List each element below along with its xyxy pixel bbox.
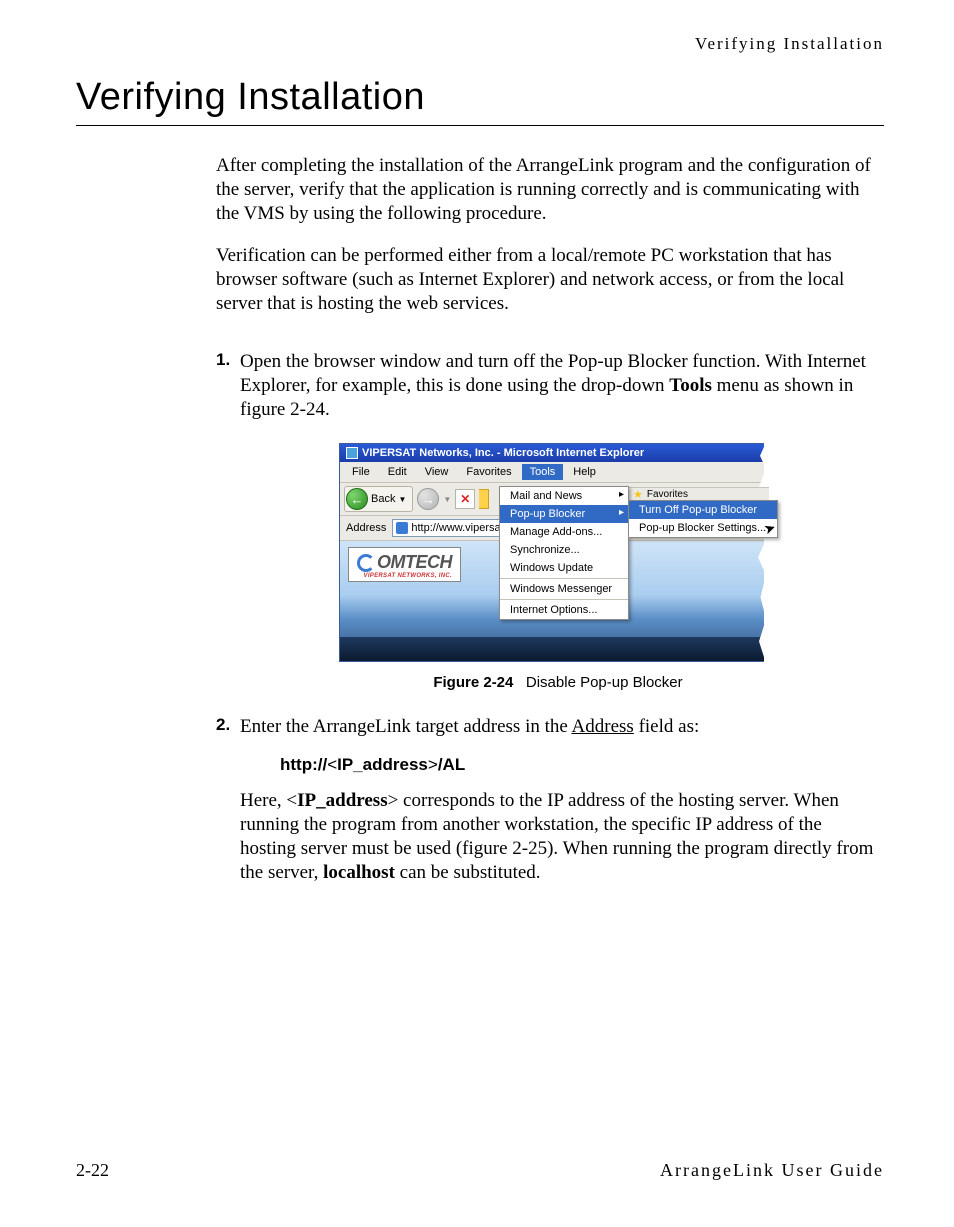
menu-tools[interactable]: Tools: [522, 464, 564, 480]
menu-item-synchronize[interactable]: Synchronize...: [500, 541, 628, 559]
figure-caption: Figure 2-24 Disable Pop-up Blocker: [240, 674, 876, 691]
step2-p2-ip: IP_address: [297, 790, 387, 811]
page-footer: 2-22 ArrangeLink User Guide: [76, 1160, 884, 1181]
figure-2-24: VIPERSAT Networks, Inc. - Microsoft Inte…: [240, 443, 876, 691]
url-suffix: /AL: [438, 755, 465, 774]
ie-window-title: VIPERSAT Networks, Inc. - Microsoft Inte…: [362, 447, 644, 459]
intro-paragraph-2: Verification can be performed either fro…: [216, 244, 876, 316]
tools-dropdown-menu: Mail and News Pop-up Blocker Manage Add-…: [499, 486, 629, 620]
step-2: 2. Enter the ArrangeLink target address …: [216, 715, 876, 885]
favorites-strip: ★ Favorites: [629, 487, 769, 500]
forward-dropdown-icon: ▼: [443, 495, 451, 504]
logo-text: OMTECH: [377, 552, 452, 573]
page-title: Verifying Installation: [76, 76, 884, 126]
step-1-text: Open the browser window and turn off the…: [240, 350, 876, 422]
body-column: After completing the installation of the…: [216, 154, 876, 885]
step2-localhost: localhost: [323, 862, 395, 883]
menu-help[interactable]: Help: [565, 464, 604, 480]
favorites-star-icon: ★: [633, 488, 643, 501]
ie-page-icon: [396, 522, 408, 534]
menu-view[interactable]: View: [417, 464, 457, 480]
back-arrow-icon: ←: [346, 488, 368, 510]
page-background-water: [340, 637, 776, 661]
submenu-popup-blocker-settings[interactable]: Pop-up Blocker Settings...: [629, 519, 777, 537]
logo-swirl-icon: [357, 554, 375, 572]
ie-window: VIPERSAT Networks, Inc. - Microsoft Inte…: [339, 443, 777, 662]
step-2-paragraph-2: Here, <IP_address> corresponds to the IP…: [240, 789, 876, 885]
menu-item-manage-addons[interactable]: Manage Add-ons...: [500, 523, 628, 541]
ie-menubar: File Edit View Favorites Tools Help: [340, 462, 776, 483]
menu-item-windows-update[interactable]: Windows Update: [500, 559, 628, 577]
back-dropdown-icon: ▼: [398, 495, 406, 504]
back-label: Back: [371, 493, 395, 505]
menu-item-mail-and-news[interactable]: Mail and News: [500, 487, 628, 505]
forward-button[interactable]: →: [417, 488, 439, 510]
address-field[interactable]: http://www.vipersa: [392, 519, 514, 537]
step2-address-word: Address: [572, 716, 634, 737]
guide-title: ArrangeLink User Guide: [660, 1160, 884, 1181]
url-close-bracket: >: [428, 755, 438, 774]
address-value: http://www.vipersa: [411, 522, 500, 534]
ie-window-icon: [346, 447, 358, 459]
url-prefix: http://: [280, 755, 327, 774]
page-number: 2-22: [76, 1160, 109, 1181]
address-label: Address: [344, 522, 388, 534]
step2-p2-a: Here, <: [240, 790, 297, 811]
favorites-label: Favorites: [647, 489, 688, 500]
menu-item-popup-blocker[interactable]: Pop-up Blocker: [500, 505, 628, 523]
url-open-bracket: <: [327, 755, 337, 774]
step2-text-b: field as:: [634, 716, 699, 737]
url-ip-placeholder: IP_address: [337, 755, 428, 774]
torn-edge-decoration: [764, 442, 778, 663]
step1-tools-word: Tools: [669, 375, 712, 396]
stop-button[interactable]: ✕: [455, 489, 475, 509]
menu-item-windows-messenger[interactable]: Windows Messenger: [500, 580, 628, 598]
step2-p2-c: can be substituted.: [395, 862, 541, 883]
back-button[interactable]: ← Back ▼: [344, 486, 413, 512]
menu-edit[interactable]: Edit: [380, 464, 415, 480]
step-number: 1.: [216, 350, 230, 370]
refresh-button-fragment[interactable]: [479, 489, 489, 509]
step-number: 2.: [216, 715, 230, 735]
url-template: http://<IP_address>/AL: [280, 755, 876, 775]
logo-subtext: VIPERSAT NETWORKS, INC.: [357, 573, 452, 579]
submenu-turn-off-popup-blocker[interactable]: Turn Off Pop-up Blocker: [629, 501, 777, 519]
menu-file[interactable]: File: [344, 464, 378, 480]
menu-item-internet-options[interactable]: Internet Options...: [500, 601, 628, 619]
intro-paragraph-1: After completing the installation of the…: [216, 154, 876, 226]
popup-blocker-submenu: Turn Off Pop-up Blocker Pop-up Blocker S…: [628, 500, 778, 538]
figure-label: Figure 2-24: [433, 674, 513, 691]
step-2-text: Enter the ArrangeLink target address in …: [240, 715, 876, 739]
step2-text-a: Enter the ArrangeLink target address in …: [240, 716, 572, 737]
menu-favorites[interactable]: Favorites: [458, 464, 519, 480]
comtech-logo: OMTECH VIPERSAT NETWORKS, INC.: [348, 547, 461, 582]
figure-caption-text: Disable Pop-up Blocker: [526, 674, 683, 691]
running-header: Verifying Installation: [76, 34, 884, 54]
ie-titlebar: VIPERSAT Networks, Inc. - Microsoft Inte…: [340, 444, 776, 462]
step-1: 1. Open the browser window and turn off …: [216, 350, 876, 692]
